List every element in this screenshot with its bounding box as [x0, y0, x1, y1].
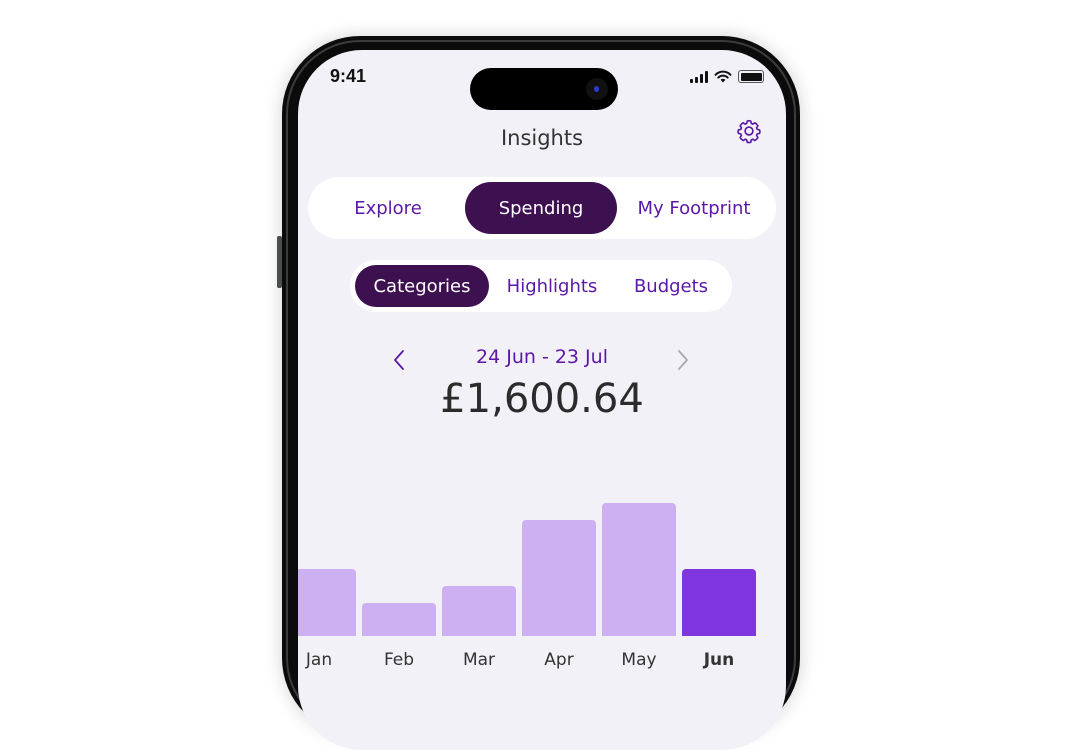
- tab-my-footprint[interactable]: My Footprint: [624, 182, 764, 234]
- subtab-highlights[interactable]: Highlights: [495, 265, 609, 307]
- phone-screen: 9:41 Insights Explore Spending My Footpr…: [298, 50, 786, 750]
- status-icons: [690, 70, 764, 83]
- side-button: [277, 236, 282, 288]
- tab-label: My Footprint: [637, 197, 751, 219]
- subtab-label: Highlights: [506, 275, 598, 297]
- status-time: 9:41: [330, 66, 367, 86]
- sub-tab-bar: Categories Highlights Budgets: [350, 260, 732, 312]
- subtab-label: Categories: [373, 275, 471, 297]
- tab-spending[interactable]: Spending: [465, 182, 617, 234]
- x-tick-label: Mar: [462, 650, 496, 670]
- bar-may[interactable]: [602, 503, 676, 636]
- dynamic-island: [470, 68, 618, 110]
- x-tick-label: Jan: [305, 650, 333, 670]
- subtab-label: Budgets: [633, 275, 709, 297]
- main-tab-bar: Explore Spending My Footprint: [308, 177, 776, 239]
- bar-apr[interactable]: [522, 520, 596, 636]
- x-tick-label: May: [621, 650, 657, 670]
- battery-icon: [738, 70, 764, 83]
- signal-icon: [690, 70, 708, 83]
- bar-mar[interactable]: [442, 586, 516, 636]
- tab-label: Spending: [498, 197, 584, 219]
- gear-icon[interactable]: [736, 118, 762, 144]
- subtab-categories[interactable]: Categories: [355, 265, 489, 307]
- chevron-right-icon[interactable]: [672, 348, 692, 372]
- x-tick-label: Jun: [703, 650, 735, 670]
- page-title: Insights: [500, 126, 584, 150]
- tab-explore[interactable]: Explore: [318, 182, 458, 234]
- bar-jan[interactable]: [298, 569, 356, 636]
- tab-label: Explore: [354, 197, 422, 219]
- x-tick-label: Apr: [544, 650, 574, 670]
- period-navigator: 24 Jun - 23 Jul: [298, 346, 786, 374]
- camera-icon: [586, 78, 608, 100]
- subtab-budgets[interactable]: Budgets: [616, 265, 726, 307]
- bar-jun[interactable]: [682, 569, 756, 636]
- spending-bar-chart: Jan Feb Mar Apr May Jun: [298, 490, 786, 730]
- wifi-icon: [714, 70, 732, 83]
- period-label: 24 Jun - 23 Jul: [476, 346, 608, 368]
- total-amount: £1,600.64: [440, 376, 644, 422]
- x-tick-label: Feb: [383, 650, 415, 670]
- bar-feb[interactable]: [362, 603, 436, 636]
